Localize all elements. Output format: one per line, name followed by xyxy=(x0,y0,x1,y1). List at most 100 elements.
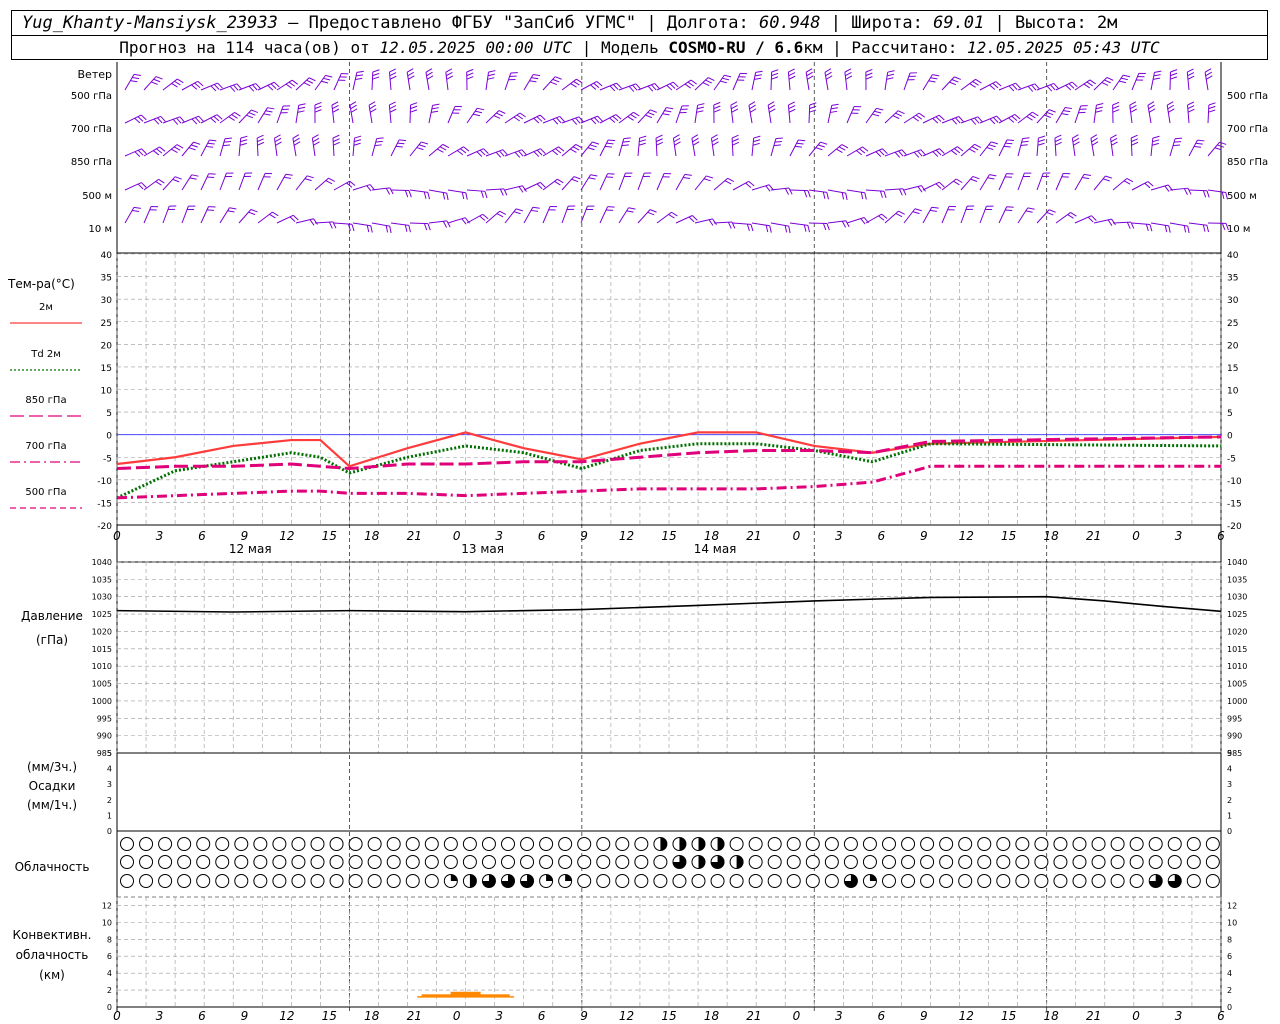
hour-tick-label: 9 xyxy=(920,529,928,543)
wind-barb-feather xyxy=(1027,207,1035,210)
wind-barb xyxy=(428,143,444,157)
wind-barb-feather xyxy=(1110,134,1117,139)
wind-barb-feather xyxy=(914,208,922,212)
cloud-symbol xyxy=(767,874,782,888)
wind-barb-feather xyxy=(446,220,451,228)
wind-barb-feather xyxy=(222,144,230,147)
wind-barb xyxy=(599,82,617,91)
wind-barb xyxy=(276,174,287,191)
wind-barb-feather xyxy=(1089,79,1096,85)
wind-barb-feather xyxy=(656,141,663,146)
cloud-symbol xyxy=(424,837,439,851)
cloud-symbol xyxy=(1167,837,1182,851)
wind-barb-feather xyxy=(1102,178,1110,182)
wind-barb-feather xyxy=(328,177,335,182)
wind-barb-feather xyxy=(389,187,394,195)
wind-barb xyxy=(618,172,626,191)
wind-barb-feather xyxy=(609,85,616,92)
wind-barb-feather xyxy=(389,75,397,80)
wind-barb-feather xyxy=(270,83,277,89)
wind-barb xyxy=(466,107,478,124)
wind-barb-feather xyxy=(1187,108,1195,113)
wind-barb-feather xyxy=(1131,138,1138,143)
wind-barb xyxy=(276,79,293,91)
temp-legend-label: 700 гПа xyxy=(25,441,66,452)
wind-barb-feather xyxy=(1083,83,1090,89)
wind-barb-feather xyxy=(860,192,864,200)
wind-barb-feather xyxy=(177,78,184,84)
pressure-tick-label: 1040 xyxy=(92,558,112,567)
wind-barb xyxy=(1017,138,1024,157)
wind-barb-feather xyxy=(229,85,236,92)
wind-barb xyxy=(1017,172,1025,191)
wind-barb-feather xyxy=(1073,141,1080,146)
wind-barb-feather xyxy=(844,68,852,73)
wind-barb-feather xyxy=(874,110,882,114)
wind-barb-feather xyxy=(708,219,714,226)
conv-tick-label-right: 4 xyxy=(1227,969,1232,978)
wind-barb xyxy=(352,138,355,157)
wind-barb-feather xyxy=(879,190,883,198)
hour-tick-label-bottom: 15 xyxy=(322,1009,337,1023)
conv-title-line: облачность xyxy=(16,948,89,962)
wind-barb-feather xyxy=(939,148,945,154)
wind-barb-feather xyxy=(229,207,237,210)
wind-barb xyxy=(1188,222,1207,226)
hour-tick-label: 9 xyxy=(241,529,249,543)
wind-barb xyxy=(827,189,846,194)
wind-barb-feather xyxy=(975,78,982,84)
wind-barb-feather xyxy=(575,117,581,124)
cloud-symbol xyxy=(596,837,611,851)
wind-barb-feather xyxy=(1187,101,1195,106)
wind-barb xyxy=(504,112,521,124)
wind-barb-feather xyxy=(240,139,248,143)
cloud-symbol xyxy=(1053,874,1068,888)
wind-barb-feather xyxy=(332,138,340,143)
wind-barb-feather xyxy=(972,175,980,180)
wind-barb-feather xyxy=(465,192,468,200)
wind-barb-feather xyxy=(771,72,779,77)
precip-tick-label: 0 xyxy=(107,827,112,836)
conv-bar xyxy=(479,994,510,997)
wind-barb xyxy=(808,189,827,193)
temp-legend-label: Td 2м xyxy=(30,349,61,360)
wind-barb-feather xyxy=(731,108,739,113)
cloud-symbol xyxy=(939,874,954,888)
wind-barb-feather xyxy=(515,208,523,212)
wind-barb xyxy=(333,180,350,191)
wind-barb-feather xyxy=(589,144,597,148)
wind-barb-feather xyxy=(205,145,214,148)
wind-barb-feather xyxy=(1206,190,1210,198)
wind-barb xyxy=(1074,105,1082,124)
wind-barb-feather xyxy=(1091,141,1099,146)
hour-tick-label: 6 xyxy=(198,529,206,543)
cloud-symbol xyxy=(862,837,877,851)
wind-barb-feather xyxy=(132,210,140,213)
wind-barb xyxy=(447,189,466,194)
wind-barb-feather xyxy=(647,85,654,92)
wind-barb xyxy=(580,174,591,191)
wind-barb-feather xyxy=(314,101,322,106)
cloud-symbol xyxy=(158,855,173,869)
cloud-symbol xyxy=(158,837,173,851)
cloud-symbol xyxy=(367,874,382,888)
wind-barb-feather xyxy=(477,107,485,111)
pressure-tick-label-right: 1035 xyxy=(1227,575,1247,584)
hour-tick-label: 3 xyxy=(156,529,164,543)
wind-barb-feather xyxy=(898,210,905,215)
wind-barb-feather xyxy=(228,116,235,121)
conv-bar xyxy=(421,994,452,997)
wind-barb-feather xyxy=(1021,140,1029,143)
wind-barb-feather xyxy=(473,113,481,117)
wind-barb-feather xyxy=(1053,83,1059,89)
wind-barb xyxy=(599,173,609,191)
wind-barb-feather xyxy=(354,139,362,143)
wind-barb-feather xyxy=(865,68,873,73)
wind-barb-feather xyxy=(189,177,197,180)
cloud-symbol xyxy=(901,837,916,851)
wind-barb-feather xyxy=(774,140,782,143)
wind-barb-feather xyxy=(1072,134,1079,139)
temp-tick-label-right: 40 xyxy=(1227,251,1239,261)
wind-barb xyxy=(542,146,559,157)
wind-barb-feather xyxy=(171,83,178,88)
